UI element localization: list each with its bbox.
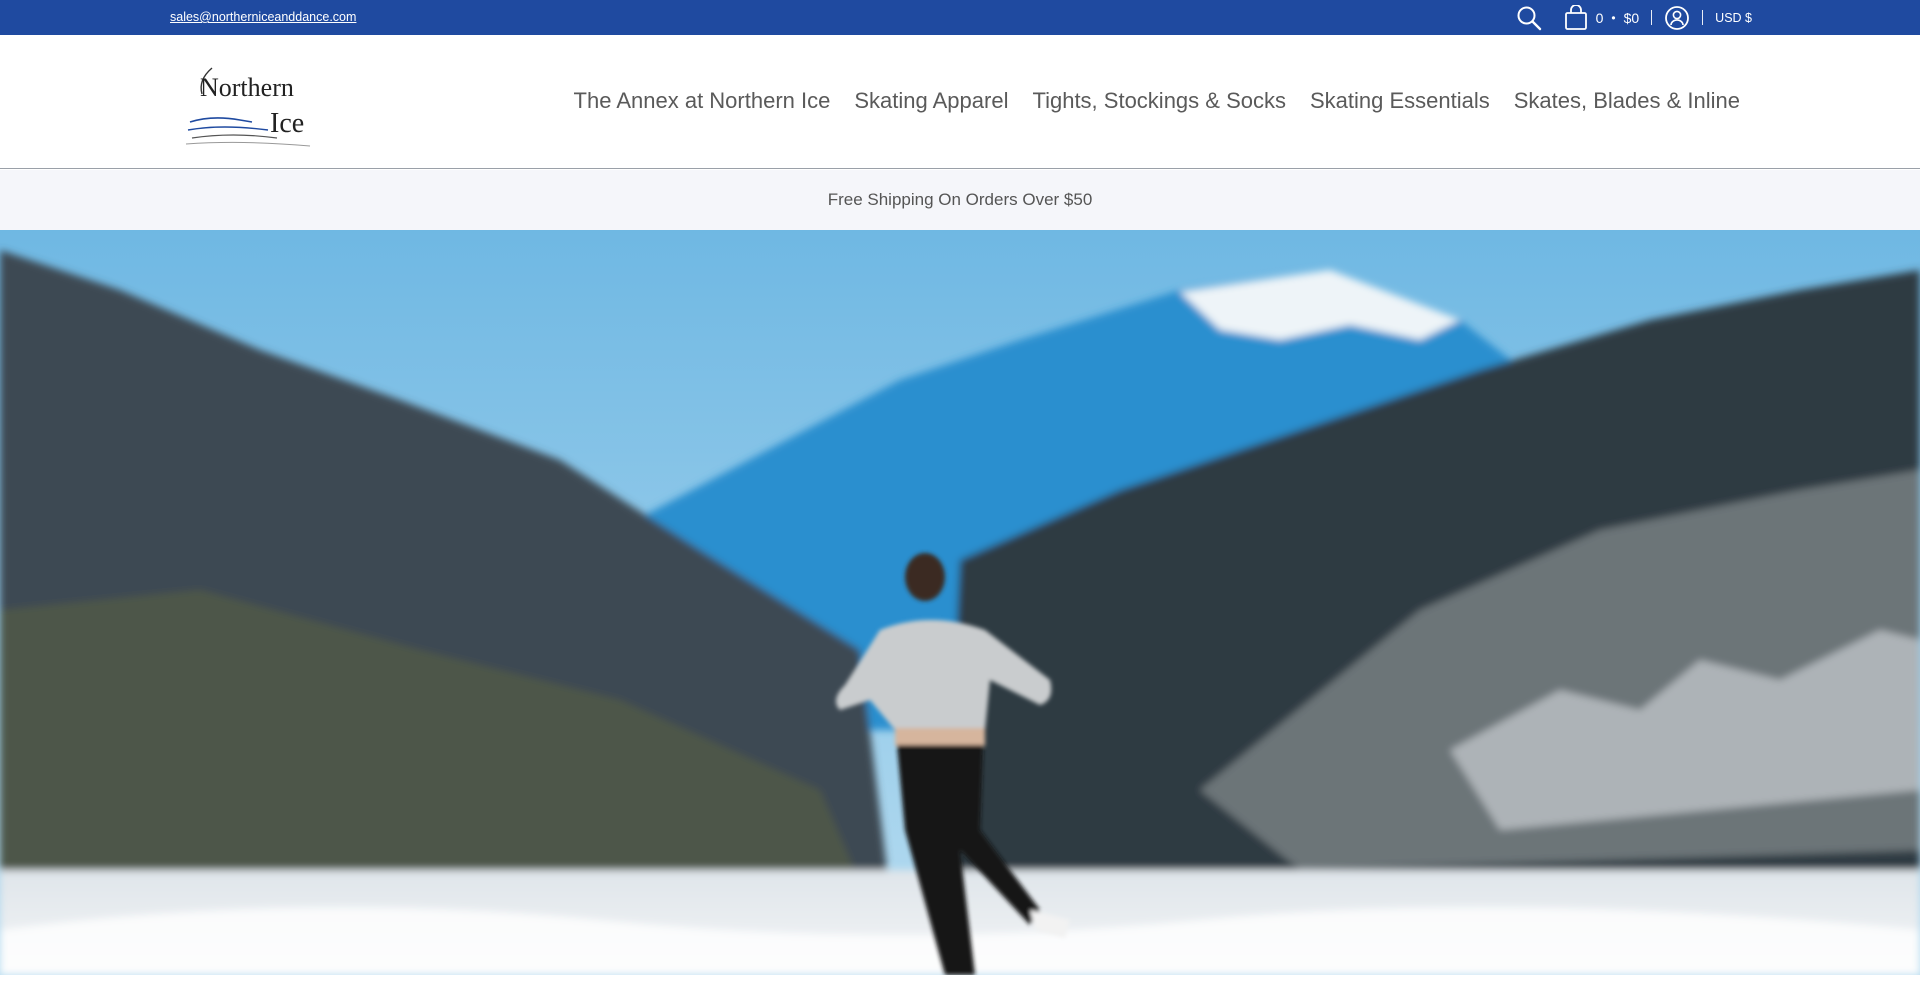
logo-wordmark-line2: Ice xyxy=(270,108,304,139)
logo-wordmark-line1: Northern xyxy=(200,73,294,102)
announcement-text: Free Shipping On Orders Over $50 xyxy=(827,190,1093,209)
site-header: Northern Ice The Annex at Northern Ice S… xyxy=(0,35,1920,169)
main-navigation: The Annex at Northern Ice Skating Appare… xyxy=(574,88,1740,114)
contact-email-link[interactable]: sales@northerniceanddance.com xyxy=(170,10,356,24)
cart-bag-icon[interactable] xyxy=(1564,4,1588,31)
store-logo[interactable]: Northern Ice xyxy=(182,60,322,150)
nav-item-skates-blades-inline[interactable]: Skates, Blades & Inline xyxy=(1514,88,1740,114)
nav-item-annex[interactable]: The Annex at Northern Ice xyxy=(574,88,831,114)
nav-item-skating-essentials[interactable]: Skating Essentials xyxy=(1310,88,1490,114)
cart-separator: • xyxy=(1611,10,1616,25)
divider xyxy=(1702,10,1704,25)
hero-image xyxy=(0,230,1920,975)
search-icon[interactable] xyxy=(1516,5,1542,31)
divider xyxy=(1651,10,1653,25)
nav-item-skating-apparel[interactable]: Skating Apparel xyxy=(854,88,1008,114)
cart-total[interactable]: $0 xyxy=(1624,10,1640,26)
top-utility-bar: sales@northerniceanddance.com 0 • $0 USD… xyxy=(0,0,1920,35)
cart-count[interactable]: 0 xyxy=(1596,10,1604,26)
page-bottom-strip xyxy=(0,975,1920,993)
announcement-bar: Free Shipping On Orders Over $50 xyxy=(0,170,1920,230)
hero-banner[interactable] xyxy=(0,230,1920,975)
currency-selector[interactable]: USD $ xyxy=(1715,11,1752,25)
topbar-actions: 0 • $0 USD $ xyxy=(1516,0,1752,35)
nav-item-tights-stockings-socks[interactable]: Tights, Stockings & Socks xyxy=(1032,88,1286,114)
account-icon[interactable] xyxy=(1664,5,1690,31)
